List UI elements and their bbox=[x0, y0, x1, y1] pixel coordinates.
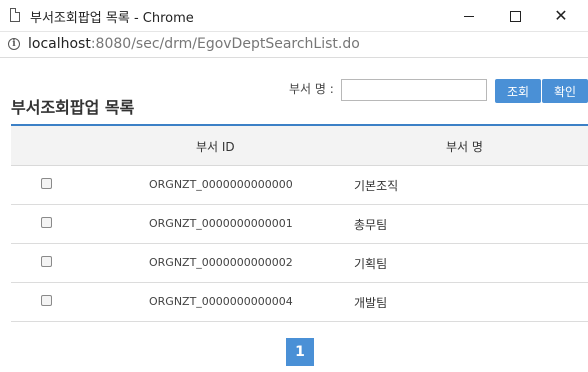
popup-content: 부서 명 : 조회 확인 부서조회팝업 목록 부서 ID 부서 명 ORGNZT… bbox=[0, 58, 588, 372]
dept-id-cell: ORGNZT_0000000000004 bbox=[149, 295, 293, 308]
address-bar[interactable]: i localhost:8080/sec/drm/EgovDeptSearchL… bbox=[0, 32, 588, 58]
dept-name-cell: 총무팀 bbox=[354, 218, 388, 232]
page-title: 부서조회팝업 목록 bbox=[11, 98, 135, 117]
header-dept-id: 부서 ID bbox=[196, 140, 235, 154]
row-checkbox[interactable] bbox=[41, 217, 52, 228]
dept-name-input[interactable] bbox=[341, 79, 487, 101]
dept-id-cell: ORGNZT_0000000000000 bbox=[149, 178, 293, 191]
maximize-button[interactable] bbox=[492, 0, 538, 32]
dept-id-cell: ORGNZT_0000000000001 bbox=[149, 217, 293, 230]
url-text[interactable]: localhost:8080/sec/drm/EgovDeptSearchLis… bbox=[28, 36, 360, 52]
search-button[interactable]: 조회 bbox=[495, 79, 541, 103]
close-icon: ✕ bbox=[554, 6, 568, 25]
row-checkbox[interactable] bbox=[41, 295, 52, 306]
dept-name-cell: 개발팀 bbox=[354, 296, 388, 310]
dept-name-cell: 기본조직 bbox=[354, 179, 399, 193]
table-row[interactable]: ORGNZT_0000000000000 기본조직 bbox=[11, 166, 588, 205]
search-label: 부서 명 : bbox=[289, 82, 334, 96]
minimize-icon bbox=[464, 15, 474, 17]
page-1-button[interactable]: 1 bbox=[286, 338, 314, 366]
window-titlebar: 부서조회팝업 목록 - Chrome ✕ bbox=[0, 0, 588, 32]
table-header: 부서 ID 부서 명 bbox=[11, 124, 588, 166]
close-button[interactable]: ✕ bbox=[538, 0, 584, 32]
table-row[interactable]: ORGNZT_0000000000004 개발팀 bbox=[11, 283, 588, 322]
window-title: 부서조회팝업 목록 - Chrome bbox=[30, 11, 194, 26]
row-checkbox[interactable] bbox=[41, 256, 52, 267]
table-row[interactable]: ORGNZT_0000000000002 기획팀 bbox=[11, 244, 588, 283]
url-host: localhost bbox=[28, 36, 91, 52]
header-dept-name: 부서 명 bbox=[446, 140, 483, 154]
maximize-icon bbox=[509, 10, 521, 22]
url-path: :8080/sec/drm/EgovDeptSearchList.do bbox=[90, 36, 360, 52]
page-icon bbox=[10, 8, 20, 22]
table-row[interactable]: ORGNZT_0000000000001 총무팀 bbox=[11, 205, 588, 244]
info-icon[interactable]: i bbox=[8, 38, 20, 50]
confirm-button[interactable]: 확인 bbox=[542, 79, 588, 103]
dept-id-cell: ORGNZT_0000000000002 bbox=[149, 256, 293, 269]
dept-table: 부서 ID 부서 명 ORGNZT_0000000000000 기본조직 ORG… bbox=[11, 124, 588, 322]
minimize-button[interactable] bbox=[446, 0, 492, 32]
dept-name-cell: 기획팀 bbox=[354, 257, 388, 271]
row-checkbox[interactable] bbox=[41, 178, 52, 189]
